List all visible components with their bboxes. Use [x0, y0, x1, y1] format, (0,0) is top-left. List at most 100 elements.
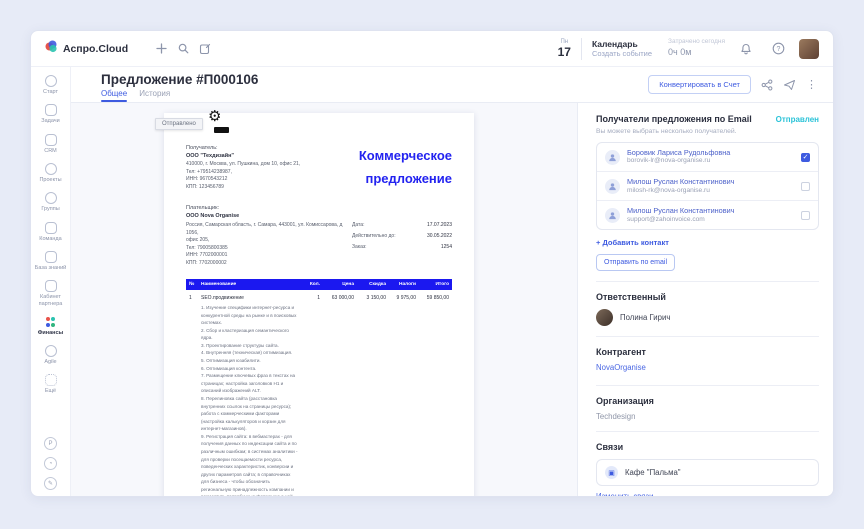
brand[interactable]: Аспро.Cloud: [45, 40, 128, 58]
sidebar-item-partner-cabinet[interactable]: Кабинет партнера: [31, 280, 70, 307]
time-tracker[interactable]: Затрачено сегодня 0ч 0м: [668, 38, 725, 58]
sidebar-item-finance[interactable]: Финансы: [31, 316, 70, 336]
tab-general[interactable]: Общее: [101, 89, 128, 102]
sent-status: Отправлен: [775, 115, 819, 124]
contacts-list: Боровик Лариса Рудольфовна borovik-lr@no…: [596, 142, 819, 231]
doc-meta: Дата: 17.07.2023 Действительно до: 30.05.2…: [352, 222, 452, 250]
items-table: № Наименование Кол. Цена Скидка Налоги И…: [186, 279, 452, 496]
calendar-link[interactable]: Календарь: [592, 39, 652, 50]
send-by-email-button[interactable]: Отправить по email: [596, 254, 676, 272]
contact-checkbox[interactable]: ✓: [801, 152, 810, 162]
sidebar: Старт Задачи CRM Проекты Группы Команда: [31, 67, 71, 496]
kebab-menu-icon[interactable]: ⋮: [806, 78, 817, 91]
time-tracker-value: 0ч 0м: [668, 46, 692, 57]
page-title: Предложение #П000106: [101, 72, 259, 87]
sidebar-item-groups[interactable]: Группы: [31, 192, 70, 212]
brand-name: Аспро.Cloud: [63, 42, 129, 55]
organization-value: Techdesign: [596, 412, 636, 422]
team-icon: [44, 221, 57, 234]
tabs: Общее История: [101, 89, 258, 102]
feedback-icon[interactable]: ✎: [44, 477, 57, 490]
responsible-avatar: [596, 309, 613, 327]
divider: [580, 37, 582, 60]
company-logo-banner: [214, 127, 229, 133]
help-icon[interactable]: ?: [767, 38, 789, 60]
tasks-icon: [44, 104, 57, 117]
sidebar-item-agile[interactable]: Agile: [31, 345, 70, 365]
groups-icon: [44, 192, 57, 205]
add-contact-link[interactable]: + Добавить контакт: [596, 238, 819, 247]
sidebar-item-crm[interactable]: CRM: [31, 133, 70, 154]
item-name: SEO.продвижение: [201, 295, 244, 301]
create-event-link[interactable]: Создать событие: [592, 49, 652, 58]
app-window: Аспро.Cloud Пн 17 Календарь Создать собы…: [30, 30, 834, 497]
convert-to-invoice-button[interactable]: Конвертировать в Счет: [648, 75, 751, 94]
agile-icon: [44, 345, 57, 358]
aspro-logo-icon: [45, 40, 58, 58]
share-icon[interactable]: [761, 78, 773, 91]
contact-avatar-icon: [605, 178, 620, 194]
company-logo-gear-icon: ⚙: [208, 108, 222, 125]
contact-row[interactable]: Боровик Лариса Рудольфовна borovik-lr@no…: [597, 143, 818, 171]
contact-checkbox[interactable]: [801, 181, 810, 191]
svg-text:?: ?: [776, 46, 780, 53]
tab-history[interactable]: История: [139, 89, 170, 102]
doc-recipient-block: Получатель: ООО "Техдизайн" 410000, г. М…: [186, 145, 301, 190]
contact-row[interactable]: Милош Руслан Константинович support@zaho…: [597, 200, 818, 229]
send-icon[interactable]: [783, 79, 796, 91]
sidebar-item-knowledge-base[interactable]: База знаний: [31, 250, 70, 271]
sidebar-footer: P ◔ ✎: [44, 437, 57, 490]
user-avatar[interactable]: [799, 38, 819, 59]
page-header: Предложение #П000106 Общее История Конве…: [71, 67, 833, 103]
relation-item[interactable]: ▣ Кафе "Пальма": [596, 459, 819, 487]
counterparty-title: Контрагент: [596, 347, 646, 358]
doc-payer-details: Россия, Самарская область, г. Самара, 44…: [186, 222, 343, 266]
sidebar-item-more[interactable]: Ещё: [31, 374, 70, 394]
divider: [596, 385, 819, 387]
contact-row[interactable]: Милош Руслан Константинович milosh-rk@no…: [597, 171, 818, 200]
finance-icon: [45, 316, 57, 328]
table-row: 1 SEO.продвижение 1. Изучение специфики …: [189, 295, 449, 496]
bell-icon[interactable]: [735, 38, 757, 60]
company-icon: ▣: [605, 466, 618, 480]
integrations-icon[interactable]: ◔: [44, 457, 57, 470]
contact-checkbox[interactable]: [801, 210, 810, 220]
time-tracker-label: Затрачено сегодня: [668, 38, 725, 46]
responsible-person[interactable]: Полина Гирич: [596, 309, 819, 327]
responsible-title: Ответственный: [596, 292, 666, 303]
create-plus-button[interactable]: [150, 38, 172, 60]
sidebar-item-team[interactable]: Команда: [31, 221, 70, 242]
contact-avatar-icon: [605, 149, 620, 165]
divider: [596, 336, 819, 338]
relations-title: Связи: [596, 442, 624, 453]
recipients-title: Получатели предложения по Email: [596, 114, 752, 124]
crm-icon: [44, 133, 57, 146]
organization-title: Организация: [596, 396, 654, 407]
divider: [596, 281, 819, 283]
sidebar-item-projects[interactable]: Проекты: [31, 162, 70, 183]
calendar-date[interactable]: Пн 17: [558, 39, 571, 58]
edit-relations-link[interactable]: Изменить связи: [596, 492, 653, 496]
details-panel: Получатели предложения по Email Отправле…: [577, 103, 833, 496]
sidebar-item-tasks[interactable]: Задачи: [31, 104, 70, 124]
topbar: Аспро.Cloud Пн 17 Календарь Создать собы…: [31, 31, 833, 67]
document-title: Коммерческое предложение: [358, 148, 452, 186]
projects-icon: [44, 162, 57, 175]
doc-payer-block: Плательщик: ООО Nova Organise: [186, 205, 240, 219]
search-icon[interactable]: [172, 38, 194, 60]
knowledge-base-icon: [44, 250, 57, 263]
recipients-hint: Вы можете выбрать несколько получателей.: [596, 128, 737, 135]
counterparty-link[interactable]: NovaOrganise: [596, 363, 646, 372]
status-badge: Отправлено: [155, 118, 203, 130]
topbar-right: Пн 17 Календарь Создать событие Затрачен…: [558, 37, 819, 60]
quick-note-icon[interactable]: [194, 38, 216, 60]
page-actions: Конвертировать в Счет ⋮: [648, 75, 817, 94]
more-grid-icon: [44, 374, 57, 387]
chat-support-icon[interactable]: P: [44, 437, 57, 450]
document-preview-area: Отправлено ⚙ Получатель: ООО "Техдизайн"…: [71, 103, 577, 496]
proposal-document: Отправлено ⚙ Получатель: ООО "Техдизайн"…: [155, 109, 474, 496]
sidebar-item-start[interactable]: Старт: [31, 75, 70, 95]
divider: [596, 431, 819, 433]
start-icon: [44, 75, 57, 87]
partner-cabinet-icon: [44, 280, 57, 293]
